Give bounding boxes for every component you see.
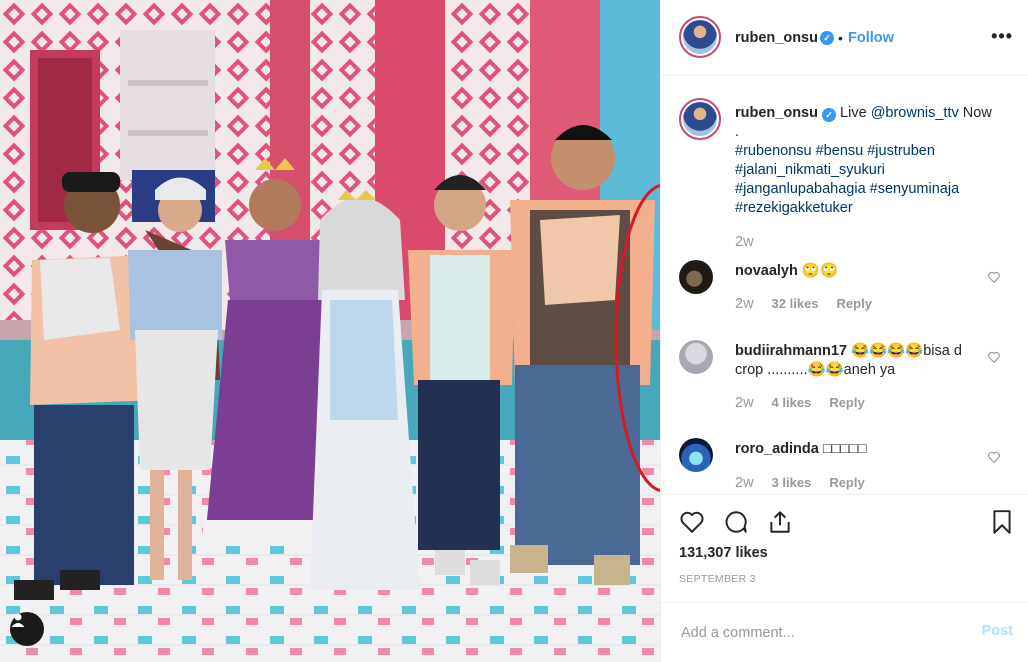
post-photo[interactable]	[0, 0, 660, 662]
caption-time[interactable]: 2w	[735, 234, 754, 250]
reply-button[interactable]: Reply	[829, 395, 864, 410]
heart-icon[interactable]	[987, 450, 1001, 464]
comment-text: roro_adinda □□□□□	[735, 440, 975, 459]
caption-avatar[interactable]	[679, 98, 721, 140]
comment-likes[interactable]: 3 likes	[772, 475, 812, 490]
comment-body: □□□□□	[822, 441, 867, 457]
caption: ruben_onsu ✓ Live @brownis_ttv Now . #ru…	[735, 104, 1017, 218]
comment-username[interactable]: roro_adinda	[735, 441, 819, 457]
caption-line2: .	[735, 124, 740, 140]
comment-avatar[interactable]	[679, 340, 713, 374]
comment-username[interactable]: budiirahmann17	[735, 343, 847, 359]
comment-text: budiirahmann17 😂😂😂😂bisa d crop .........…	[735, 342, 975, 380]
heart-icon[interactable]	[987, 350, 1001, 364]
verified-badge-icon: ✓	[822, 108, 837, 122]
comment-meta: 2w 3 likes Reply	[735, 475, 883, 491]
heart-icon[interactable]	[679, 509, 705, 535]
comment-avatar[interactable]	[679, 260, 713, 294]
caption-text-prefix: Live	[840, 105, 871, 121]
post-header: ruben_onsu ✓ • Follow •••	[661, 0, 1028, 76]
comment-likes[interactable]: 4 likes	[772, 395, 812, 410]
header-username[interactable]: ruben_onsu	[735, 30, 818, 46]
comments-list[interactable]: ruben_onsu ✓ Live @brownis_ttv Now . #ru…	[661, 76, 1028, 494]
comment-time[interactable]: 2w	[735, 296, 754, 312]
photo-scene	[0, 0, 660, 662]
comment-avatar[interactable]	[679, 438, 713, 472]
post-button[interactable]: Post	[982, 623, 1013, 639]
follow-button[interactable]: Follow	[848, 30, 894, 46]
likes-count[interactable]: 131,307 likes	[679, 545, 768, 561]
caption-hashtags[interactable]: #rubenonsu #bensu #justruben #jalani_nik…	[735, 143, 959, 216]
action-bar: 131,307 likes SEPTEMBER 3	[661, 494, 1028, 619]
comment-icon[interactable]	[723, 509, 749, 535]
comment-input[interactable]	[679, 621, 963, 645]
comment-username[interactable]: novaalyh	[735, 263, 798, 279]
header-separator: •	[838, 30, 843, 46]
caption-mention[interactable]: @brownis_ttv	[871, 105, 959, 121]
user-tag-icon	[11, 613, 25, 627]
post-side-panel: ruben_onsu ✓ • Follow ••• ruben_onsu ✓ L…	[660, 0, 1028, 662]
bookmark-icon[interactable]	[989, 509, 1015, 535]
comment-text: novaalyh 🙄🙄	[735, 262, 975, 281]
comment-meta: 2w 32 likes Reply	[735, 296, 890, 312]
comment-time[interactable]: 2w	[735, 395, 754, 411]
reply-button[interactable]: Reply	[837, 296, 872, 311]
caption-text-suffix: Now	[958, 105, 992, 121]
comment-body: 🙄🙄	[801, 263, 838, 279]
comment-time[interactable]: 2w	[735, 475, 754, 491]
comment-meta: 2w 4 likes Reply	[735, 395, 883, 411]
user-tag-button[interactable]	[10, 612, 44, 646]
post-date[interactable]: SEPTEMBER 3	[679, 573, 756, 585]
avatar[interactable]	[679, 16, 721, 58]
verified-badge-icon: ✓	[820, 31, 834, 45]
caption-username[interactable]: ruben_onsu	[735, 105, 818, 121]
share-icon[interactable]	[767, 509, 793, 535]
comment-likes[interactable]: 32 likes	[772, 296, 819, 311]
more-options-icon[interactable]: •••	[991, 26, 1013, 47]
heart-icon[interactable]	[987, 270, 1001, 284]
reply-button[interactable]: Reply	[829, 475, 864, 490]
add-comment-bar: Post	[661, 602, 1028, 662]
